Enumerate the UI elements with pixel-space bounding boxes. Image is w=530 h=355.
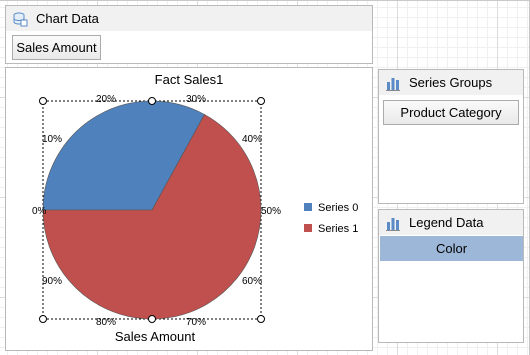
percent-label: 50% xyxy=(261,206,281,217)
legend-data-panel: Legend Data Color xyxy=(378,209,524,343)
chart-title: Fact Sales1 xyxy=(155,72,224,87)
percent-label: 40% xyxy=(242,134,262,145)
bar-chart-icon xyxy=(385,215,401,231)
series-groups-panel: Series Groups Product Category xyxy=(378,69,524,204)
legend-swatch-0 xyxy=(304,203,312,211)
sales-amount-field[interactable]: Sales Amount xyxy=(12,35,101,60)
chart-data-panel: Chart Data Sales Amount xyxy=(5,5,373,64)
series-groups-header: Series Groups xyxy=(379,70,523,95)
chart-area[interactable]: Fact Sales1 0% 10% 20% 30% 40% 50% 60% 70% 80% 90… xyxy=(5,67,373,351)
chart-x-label: Sales Amount xyxy=(115,329,196,344)
legend-data-title: Legend Data xyxy=(409,215,484,230)
product-category-field[interactable]: Product Category xyxy=(383,100,519,125)
resize-handle-sw[interactable] xyxy=(39,315,47,323)
resize-handle-nw[interactable] xyxy=(39,97,47,105)
bar-chart-icon xyxy=(385,75,401,91)
chart-data-title: Chart Data xyxy=(36,11,99,26)
percent-label: 10% xyxy=(42,134,62,145)
resize-handle-n[interactable] xyxy=(148,97,156,105)
canvas-top-border xyxy=(0,0,530,1)
legend-swatch-1 xyxy=(304,224,312,232)
percent-label: 30% xyxy=(186,94,206,105)
color-field[interactable]: Color xyxy=(380,236,523,261)
percent-label: 60% xyxy=(242,276,262,287)
legend-data-header: Legend Data xyxy=(379,210,523,235)
pie-chart[interactable]: Fact Sales1 0% 10% 20% 30% 40% 50% 60% 70% 80% 90… xyxy=(6,68,372,350)
resize-handle-s[interactable] xyxy=(148,315,156,323)
database-icon xyxy=(12,11,28,27)
percent-label: 20% xyxy=(96,94,116,105)
percent-label: 70% xyxy=(186,317,206,328)
legend-label-0: Series 0 xyxy=(318,202,358,214)
series-groups-title: Series Groups xyxy=(409,75,493,90)
resize-handle-se[interactable] xyxy=(257,315,265,323)
legend-label-1: Series 1 xyxy=(318,223,358,235)
percent-label: 80% xyxy=(96,317,116,328)
resize-handle-ne[interactable] xyxy=(257,97,265,105)
percent-label: 90% xyxy=(42,276,62,287)
chart-data-header: Chart Data xyxy=(6,6,372,31)
percent-label: 0% xyxy=(32,206,47,217)
